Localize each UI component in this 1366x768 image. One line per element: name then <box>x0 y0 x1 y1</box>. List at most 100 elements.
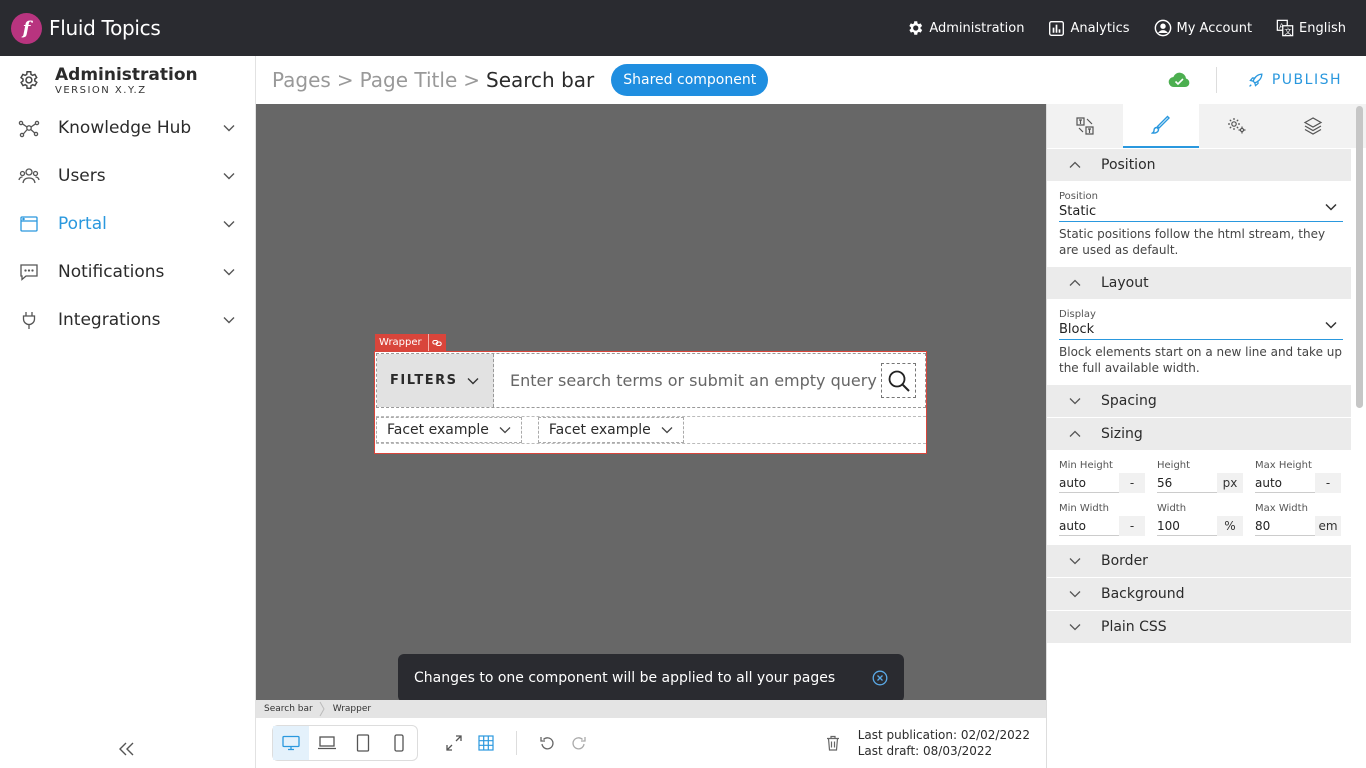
field-label: Display <box>1059 309 1096 320</box>
search-button[interactable] <box>881 363 916 398</box>
link-icon[interactable] <box>427 334 442 351</box>
section-sizing-body: Min Height auto - Height 56 px Max Height … <box>1047 450 1351 544</box>
chevron-down-icon <box>1325 321 1337 329</box>
chevron-down-icon <box>1069 590 1081 598</box>
fullscreen-button[interactable] <box>438 726 470 760</box>
section-sizing[interactable]: Sizing <box>1047 417 1351 450</box>
unit-select[interactable]: - <box>1315 472 1341 493</box>
min-width-input[interactable]: auto <box>1059 519 1119 533</box>
max-height-input[interactable]: auto <box>1255 476 1315 490</box>
tab-content[interactable] <box>1047 104 1123 148</box>
sidebar-item-integrations[interactable]: Integrations <box>0 296 255 344</box>
tab-settings[interactable] <box>1199 104 1275 148</box>
section-layout[interactable]: Layout <box>1047 266 1351 299</box>
wrapper-tag[interactable]: Wrapper <box>375 334 446 351</box>
nav-my-account[interactable]: My Account <box>1154 19 1252 37</box>
filters-button[interactable]: FILTERS <box>377 354 494 407</box>
sidebar-collapse-button[interactable] <box>118 742 136 756</box>
unit-select[interactable]: - <box>1119 472 1145 493</box>
nav-language[interactable]: A文 English <box>1276 19 1346 37</box>
sidebar-item-users[interactable]: Users <box>0 152 255 200</box>
mobile-icon <box>394 734 404 752</box>
last-draft: Last draft: 08/03/2022 <box>857 744 993 758</box>
redo-button[interactable] <box>563 726 595 760</box>
mobile-view-button[interactable] <box>381 726 417 760</box>
field-value: Block <box>1059 322 1095 337</box>
undo-button[interactable] <box>531 726 563 760</box>
chevron-down-icon <box>1069 397 1081 405</box>
grid-toggle-button[interactable] <box>470 726 502 760</box>
search-row: FILTERS Enter search terms or submit an … <box>376 353 926 408</box>
section-spacing[interactable]: Spacing <box>1047 384 1351 417</box>
double-chevron-left-icon <box>118 742 136 756</box>
breadcrumb-pages[interactable]: Pages <box>272 68 331 92</box>
laptop-view-button[interactable] <box>309 726 345 760</box>
unit-select[interactable]: em <box>1315 515 1341 536</box>
height-input[interactable]: 56 <box>1157 476 1217 490</box>
delete-button[interactable] <box>826 735 840 751</box>
section-border[interactable]: Border <box>1047 544 1351 577</box>
cloud-check-icon <box>1168 72 1190 88</box>
desktop-view-button[interactable] <box>273 726 309 760</box>
search-bar-component[interactable]: FILTERS Enter search terms or submit an … <box>374 351 927 454</box>
tablet-view-button[interactable] <box>345 726 381 760</box>
unit-select[interactable]: px <box>1217 472 1243 493</box>
sidebar-item-notifications[interactable]: Notifications <box>0 248 255 296</box>
panel-scrollbar[interactable] <box>1356 106 1363 408</box>
brand[interactable]: f Fluid Topics <box>11 12 161 44</box>
user-circle-icon <box>1154 19 1172 37</box>
sidebar-item-portal[interactable]: Portal <box>0 200 255 248</box>
svg-text:文: 文 <box>1284 27 1291 36</box>
analytics-icon <box>1048 20 1065 37</box>
tab-style[interactable] <box>1123 104 1199 148</box>
device-switcher <box>272 725 418 761</box>
nav-language-label: English <box>1299 20 1346 36</box>
settings-gear-icon <box>17 69 39 91</box>
sidebar-item-label: Notifications <box>58 262 165 282</box>
nav-administration-label: Administration <box>929 20 1025 36</box>
gear-icon <box>906 19 924 37</box>
search-placeholder: Enter search terms or submit an empty qu… <box>510 371 877 390</box>
tab-layers[interactable] <box>1275 104 1351 148</box>
unit-select[interactable]: % <box>1217 515 1243 536</box>
search-input[interactable]: Enter search terms or submit an empty qu… <box>494 354 881 407</box>
min-height-input[interactable]: auto <box>1059 476 1119 490</box>
chevron-down-icon <box>1069 557 1081 565</box>
unit-select[interactable]: - <box>1119 515 1145 536</box>
gears-icon <box>1226 116 1248 136</box>
rocket-icon <box>1247 72 1264 89</box>
sidebar-item-knowledge-hub[interactable]: Knowledge Hub <box>0 104 255 152</box>
browser-window-icon <box>18 213 40 235</box>
publish-button[interactable]: PUBLISH <box>1247 72 1342 89</box>
facet-dropdown[interactable]: Facet example <box>376 417 522 443</box>
sidebar-item-label: Portal <box>58 214 107 234</box>
position-select[interactable]: Position Static <box>1059 191 1343 222</box>
min-width-field: Min Width auto - <box>1059 503 1145 536</box>
field-label: Min Height <box>1059 460 1113 471</box>
close-circle-icon[interactable] <box>872 670 888 686</box>
section-position[interactable]: Position <box>1047 148 1351 181</box>
path-item-search-bar[interactable]: Search bar <box>264 704 313 714</box>
facet-dropdown[interactable]: Facet example <box>537 417 684 443</box>
filters-label: FILTERS <box>390 373 458 388</box>
editor-canvas[interactable]: Wrapper FILTERS Enter search terms or su… <box>256 104 1046 702</box>
section-plain-css[interactable]: Plain CSS <box>1047 610 1351 643</box>
chat-bubble-icon <box>18 261 40 283</box>
nav-administration[interactable]: Administration <box>906 19 1024 37</box>
sidebar: Administration VERSION X.Y.Z Knowledge H… <box>0 56 256 768</box>
sidebar-item-label: Knowledge Hub <box>58 118 192 138</box>
grid-icon <box>478 735 494 751</box>
section-layout-body: Display Block Block elements start on a … <box>1047 299 1351 384</box>
breadcrumb: Pages > Page Title > Search bar <box>272 68 594 92</box>
section-title: Sizing <box>1101 426 1143 442</box>
section-background[interactable]: Background <box>1047 577 1351 610</box>
redo-icon <box>571 735 587 751</box>
max-width-input[interactable]: 80 <box>1255 519 1315 533</box>
path-item-wrapper[interactable]: Wrapper <box>333 704 371 714</box>
breadcrumb-page-title[interactable]: Page Title <box>360 68 458 92</box>
width-input[interactable]: 100 <box>1157 519 1217 533</box>
display-select[interactable]: Display Block <box>1059 309 1343 340</box>
chevron-down-icon <box>661 426 673 434</box>
nav-analytics[interactable]: Analytics <box>1048 20 1130 37</box>
breadcrumb-current: Search bar <box>486 68 595 92</box>
